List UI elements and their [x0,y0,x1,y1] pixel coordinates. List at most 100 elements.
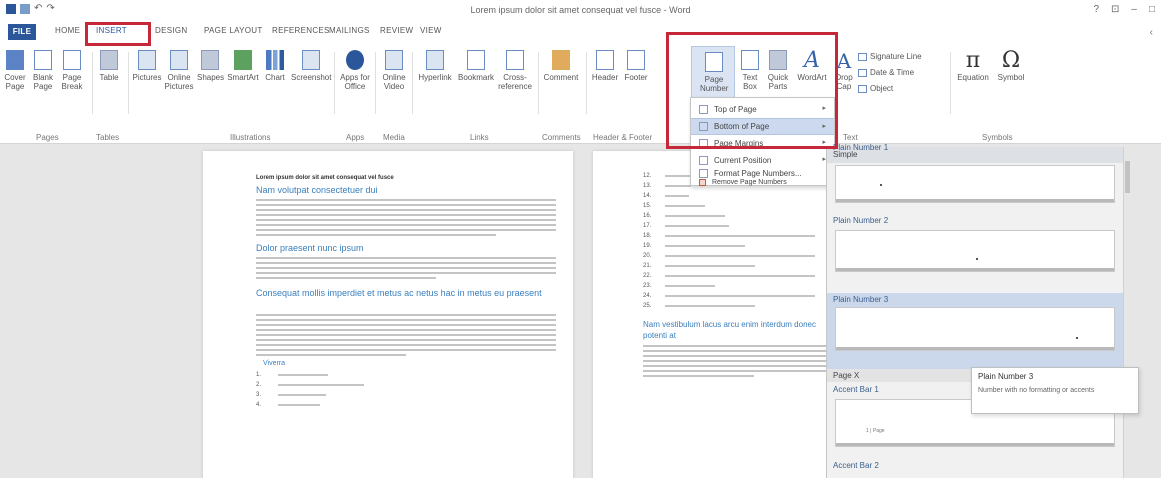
equation-button[interactable]: π Equation [955,50,991,83]
tab-mailings[interactable]: MAILINGS [329,26,370,35]
object-icon [858,84,867,93]
signature-line-button[interactable]: Signature Line [858,52,922,61]
pictures-icon [138,50,156,70]
list-item: 21. [643,261,815,271]
group-divider [92,52,93,114]
list-item: 14. [643,191,815,201]
bookmark-icon [467,50,485,70]
screenshot-icon [302,50,320,70]
heading: Nam volutpat consectetuer dui [256,185,378,195]
list-number: 17. [643,223,652,229]
numbered-list: 1. 2. 3. 4. [256,370,364,410]
paragraph [256,314,556,359]
group-label-links: Links [470,133,489,142]
list-number: 15. [643,203,652,209]
cross-reference-button[interactable]: Cross- reference [498,50,532,91]
group-divider [334,52,335,114]
video-icon [385,50,403,70]
collapse-ribbon-icon[interactable]: ‹ [1150,27,1153,38]
list-item: 1. [256,370,364,380]
group-divider [538,52,539,114]
bookmark-button[interactable]: Bookmark [456,50,496,82]
comment-button[interactable]: Comment [541,50,581,82]
list-item: 4. [256,400,364,410]
footer-icon [627,50,645,70]
shapes-button[interactable]: Shapes [197,50,224,82]
blank-page-button[interactable]: Blank Page [32,50,54,91]
page-number-dot [880,184,882,186]
calendar-icon [858,68,867,77]
annotation-highlight-page-number [666,32,838,149]
tab-references[interactable]: REFERENCES [272,26,330,35]
list-item: 20. [643,251,815,261]
format-icon [699,168,708,178]
gallery-item-plain-number-1[interactable] [835,165,1115,203]
list-number: 4. [256,402,262,408]
footer-button[interactable]: Footer [622,50,650,82]
menu-item-remove-page-numbers[interactable]: Remove Page Numbers [691,178,834,187]
minimize-icon[interactable]: – [1131,4,1137,15]
gallery-item-label: Accent Bar 1 [833,385,879,394]
gallery-item-plain-number-3[interactable] [835,307,1115,351]
online-pictures-button[interactable]: Online Pictures [164,50,194,91]
list-number: 19. [643,243,652,249]
cover-page-button[interactable]: Cover Page [4,50,26,91]
tab-file[interactable]: FILE [8,24,36,40]
group-label-text: Text [843,133,858,142]
group-divider [375,52,376,114]
pictures-button[interactable]: Pictures [132,50,162,82]
window-controls: ? ⊡ – □ [1093,4,1155,15]
gallery-item-plain-number-2[interactable] [835,230,1115,272]
list-item: 22. [643,271,815,281]
list-number: 22. [643,273,652,279]
list-number: 14. [643,193,652,199]
smartart-button[interactable]: SmartArt [226,50,260,82]
table-button[interactable]: Table [97,50,121,82]
tab-view[interactable]: VIEW [420,26,442,35]
group-label-tables: Tables [96,133,120,142]
list-number: 20. [643,253,652,259]
tab-design[interactable]: DESIGN [155,26,187,35]
date-time-button[interactable]: Date & Time [858,68,914,77]
shapes-icon [201,50,219,70]
scrollbar-thumb[interactable] [1125,161,1130,193]
omega-icon: Ω [1001,48,1021,73]
group-divider [412,52,413,114]
list-number: 24. [643,293,652,299]
list-item: 3. [256,390,364,400]
list-item: 23. [643,281,815,291]
symbol-button[interactable]: Ω Symbol [995,48,1027,83]
apps-for-office-button[interactable]: Apps for Office [338,50,372,91]
chart-button[interactable]: Chart [262,50,288,82]
help-icon[interactable]: ? [1093,4,1099,15]
signature-icon [858,52,867,61]
list-number: 12. [643,173,652,179]
group-label-header-footer: Header & Footer [593,133,653,142]
object-button[interactable]: Object [858,84,893,93]
remove-icon [699,179,706,186]
tab-page-layout[interactable]: PAGE LAYOUT [204,26,263,35]
list-number: 1. [256,372,262,378]
gallery-scrollbar[interactable] [1123,147,1131,478]
list-number: 3. [256,392,262,398]
maximize-icon[interactable]: □ [1149,4,1155,15]
ribbon-display-icon[interactable]: ⊡ [1111,4,1119,15]
hyperlink-button[interactable]: Hyperlink [415,50,455,82]
document-page[interactable]: 12. 13. 14. 15. 16. 17. 18. 19. 20. 21. … [593,151,833,478]
page-break-button[interactable]: Page Break [60,50,84,91]
tab-review[interactable]: REVIEW [380,26,413,35]
list-item: 2. [256,380,364,390]
list-number: 13. [643,183,652,189]
list-item: 16. [643,211,815,221]
title-bar: ↶ ↷ Lorem ipsum dolor sit amet consequat… [0,0,1161,22]
apps-icon [346,50,364,70]
gallery-item-label: Plain Number 1 [833,143,889,152]
header-button[interactable]: Header [590,50,620,82]
cross-reference-icon [506,50,524,70]
tab-home[interactable]: HOME [55,26,80,35]
online-video-button[interactable]: Online Video [380,50,408,91]
thumbnail-page-edge [836,231,1114,271]
list-item: 25. [643,301,815,311]
document-page[interactable]: Lorem ipsum dolor sit amet consequat vel… [203,151,573,478]
screenshot-button[interactable]: Screenshot [291,50,331,82]
